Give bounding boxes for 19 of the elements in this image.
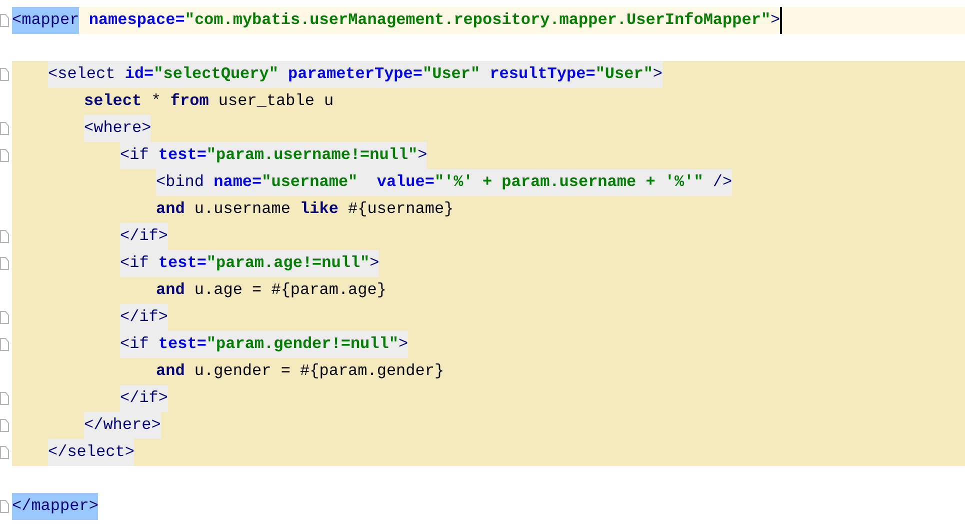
code-line: namespace="com.mybatis.userManagement.repository.mapper.UserInfoMapper"> [88, 10, 780, 31]
fold-marker-icon[interactable] [0, 230, 9, 243]
fold-marker-icon[interactable] [0, 446, 9, 459]
fold-marker-icon[interactable] [0, 149, 9, 162]
fold-marker-icon[interactable] [0, 122, 9, 135]
matched-tag: <mapper [12, 7, 80, 34]
fold-marker-icon[interactable] [0, 257, 9, 270]
fold-marker-icon[interactable] [0, 419, 9, 432]
fold-marker-icon[interactable] [0, 392, 9, 405]
fold-marker-icon[interactable] [0, 338, 9, 351]
matched-tag: </mapper> [12, 493, 98, 520]
code-line: and u.gender = #{param.gender} [156, 361, 444, 382]
fold-marker-icon[interactable] [0, 500, 9, 513]
code-line: select * from user_table u [84, 91, 334, 112]
fold-marker-icon[interactable] [0, 14, 9, 27]
fold-marker-icon[interactable] [0, 68, 9, 81]
code-line: and u.username like #{username} [156, 199, 454, 220]
fold-marker-icon[interactable] [0, 311, 9, 324]
code-line: and u.age = #{param.age} [156, 280, 386, 301]
